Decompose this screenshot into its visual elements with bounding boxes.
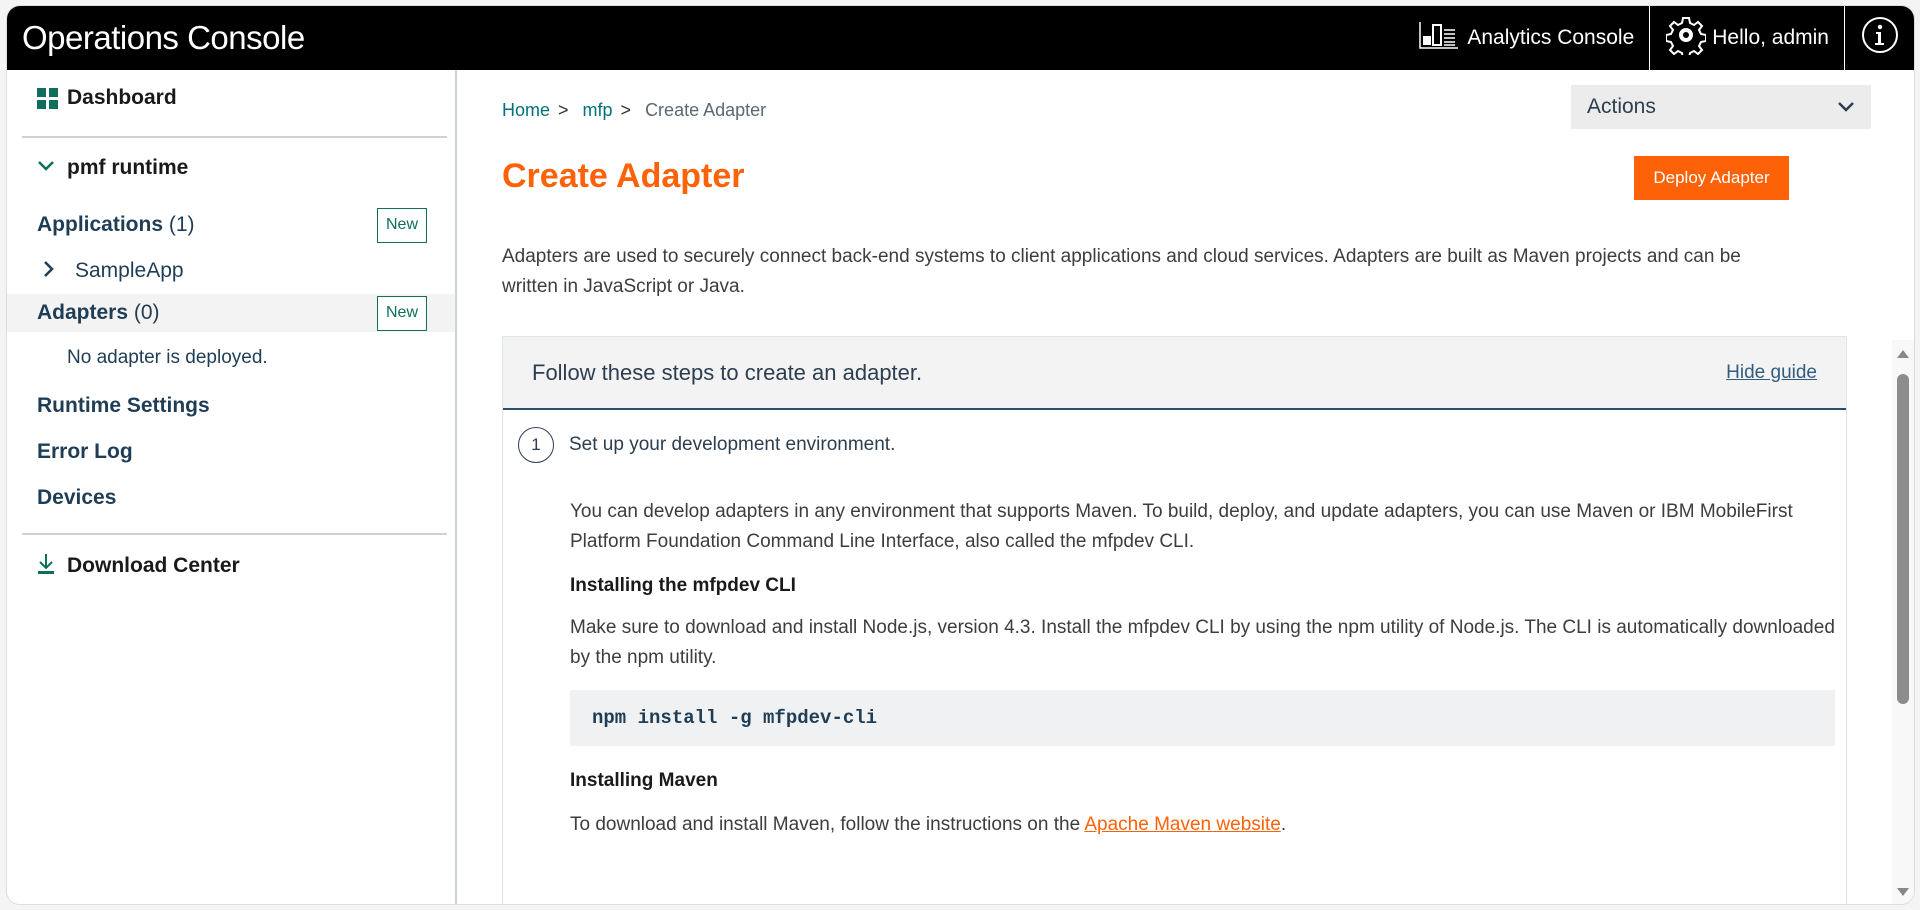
top-bar: Operations Console Analytics Console Hel… bbox=[7, 6, 1914, 70]
maven-heading: Installing Maven bbox=[570, 770, 718, 791]
page-description: Adapters are used to securely connect ba… bbox=[502, 246, 1741, 297]
adapters-label: Adapters (0) bbox=[37, 301, 160, 324]
guide-title: Follow these steps to create an adapter. bbox=[532, 359, 923, 385]
adapters-count: (0) bbox=[133, 301, 160, 324]
sidebar: Dashboard pmf runtime Applications (1) N… bbox=[7, 70, 457, 904]
dashboard-label: Dashboard bbox=[67, 86, 177, 109]
new-application-button[interactable]: New bbox=[377, 207, 427, 243]
user-menu[interactable]: Hello, admin bbox=[1649, 6, 1844, 70]
chevron-down-icon bbox=[37, 159, 58, 177]
breadcrumb-separator: > bbox=[558, 100, 569, 120]
deploy-adapter-button[interactable]: Deploy Adapter bbox=[1634, 156, 1789, 200]
sidebar-item-runtime-settings[interactable]: Runtime Settings bbox=[7, 388, 455, 424]
page-title: Create Adapter bbox=[502, 157, 745, 195]
sampleapp-label: SampleApp bbox=[75, 259, 184, 282]
sidebar-item-applications[interactable]: Applications (1) New bbox=[7, 203, 455, 247]
sidebar-item-adapters[interactable]: Adapters (0) New bbox=[7, 294, 455, 332]
user-greeting: Hello, admin bbox=[1712, 26, 1829, 49]
step-header: 1 Set up your development environment. bbox=[518, 427, 895, 463]
applications-label: Applications (1) bbox=[37, 213, 195, 236]
info-icon bbox=[1861, 16, 1899, 60]
cli-text: Make sure to download and install Node.j… bbox=[570, 617, 1835, 668]
step-label: Set up your development environment. bbox=[569, 434, 896, 455]
step-number: 1 bbox=[518, 427, 554, 463]
info-button[interactable] bbox=[1844, 6, 1914, 70]
sidebar-divider bbox=[22, 136, 447, 138]
analytics-console-label: Analytics Console bbox=[1467, 26, 1635, 49]
breadcrumb-mfp[interactable]: mfp bbox=[583, 100, 613, 121]
scroll-up-arrow[interactable] bbox=[1897, 350, 1909, 358]
app-title: Operations Console bbox=[22, 19, 305, 56]
app-window: Operations Console Analytics Console Hel… bbox=[6, 5, 1915, 905]
breadcrumb-current: Create Adapter bbox=[645, 100, 767, 120]
download-center-label: Download Center bbox=[67, 554, 240, 577]
new-adapter-button[interactable]: New bbox=[377, 295, 427, 331]
sidebar-divider bbox=[22, 533, 447, 535]
cli-heading: Installing the mfpdev CLI bbox=[570, 575, 796, 596]
no-adapter-message: No adapter is deployed. bbox=[67, 347, 268, 368]
applications-count: (1) bbox=[168, 213, 195, 236]
maven-text: To download and install Maven, follow th… bbox=[570, 814, 1287, 835]
scrollbar[interactable] bbox=[1892, 340, 1914, 904]
gear-icon bbox=[1665, 15, 1712, 61]
runtime-toggle[interactable]: pmf runtime bbox=[7, 146, 455, 190]
step-body: You can develop adapters in any environm… bbox=[570, 497, 1835, 840]
chevron-right-icon bbox=[43, 260, 67, 283]
runtime-label: pmf runtime bbox=[67, 156, 189, 179]
dashboard-grid-icon bbox=[37, 87, 58, 109]
list-item-sampleapp[interactable]: SampleApp bbox=[7, 253, 455, 289]
main-content: Home > mfp > Create Adapter Actions Crea… bbox=[459, 70, 1914, 904]
sidebar-item-devices[interactable]: Devices bbox=[7, 480, 455, 516]
adapter-guide: Follow these steps to create an adapter.… bbox=[502, 336, 1847, 904]
scrollbar-thumb[interactable] bbox=[1897, 374, 1909, 704]
download-icon bbox=[37, 553, 58, 580]
scroll-down-arrow[interactable] bbox=[1897, 888, 1909, 896]
cli-command-code: npm install -g mfpdev-cli bbox=[570, 690, 1835, 746]
sidebar-item-error-log[interactable]: Error Log bbox=[7, 434, 455, 470]
chevron-down-icon bbox=[1837, 95, 1855, 119]
bar-chart-icon bbox=[1419, 21, 1467, 55]
apache-maven-link[interactable]: Apache Maven website bbox=[1084, 814, 1280, 835]
guide-header: Follow these steps to create an adapter.… bbox=[503, 337, 1846, 410]
actions-dropdown[interactable]: Actions bbox=[1571, 85, 1871, 129]
step-intro: You can develop adapters in any environm… bbox=[570, 501, 1793, 552]
breadcrumb-home[interactable]: Home bbox=[502, 100, 550, 121]
sidebar-item-download-center[interactable]: Download Center bbox=[7, 548, 455, 584]
hide-guide-link[interactable]: Hide guide bbox=[1726, 362, 1817, 384]
breadcrumb-separator: > bbox=[620, 100, 632, 120]
analytics-console-link[interactable]: Analytics Console bbox=[1419, 6, 1649, 70]
breadcrumb: Home > mfp > Create Adapter bbox=[502, 100, 766, 121]
actions-label: Actions bbox=[1587, 95, 1656, 118]
sidebar-item-dashboard[interactable]: Dashboard bbox=[7, 82, 455, 114]
